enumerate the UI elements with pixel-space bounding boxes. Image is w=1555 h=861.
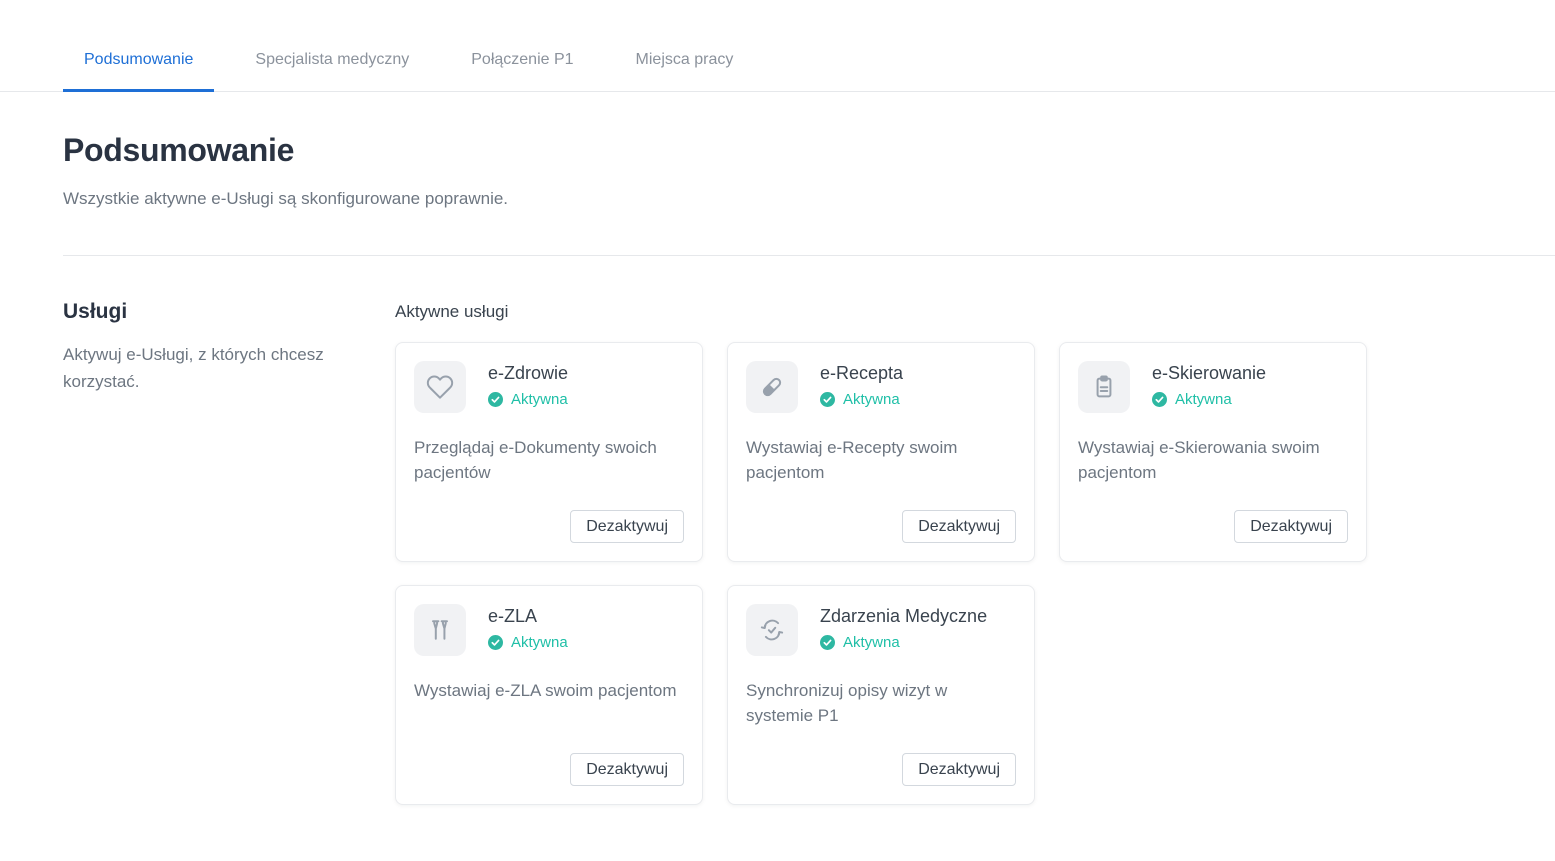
service-title: e-Recepta	[820, 363, 903, 384]
deactivate-button[interactable]: Dezaktywuj	[570, 753, 684, 786]
check-circle-icon	[820, 392, 835, 407]
page-title: Podsumowanie	[63, 132, 1492, 169]
status-badge: Aktywna	[488, 391, 568, 408]
status-badge: Aktywna	[820, 391, 903, 408]
services-section-title: Usługi	[63, 300, 351, 324]
active-services-label: Aktywne usługi	[395, 302, 1492, 322]
check-circle-icon	[488, 635, 503, 650]
status-label: Aktywna	[1175, 391, 1232, 408]
check-circle-icon	[488, 392, 503, 407]
tab-polaczenie-p1[interactable]: Połączenie P1	[450, 51, 594, 91]
clipboard-icon	[1078, 361, 1130, 413]
service-card-e-skierowanie: e-Skierowanie Aktywna Wystawiaj e-Skiero…	[1059, 342, 1367, 562]
service-title: e-Skierowanie	[1152, 363, 1266, 384]
status-badge: Aktywna	[488, 634, 568, 651]
status-label: Aktywna	[843, 634, 900, 651]
status-label: Aktywna	[511, 634, 568, 651]
status-label: Aktywna	[511, 391, 568, 408]
check-circle-icon	[820, 635, 835, 650]
section-divider	[63, 255, 1555, 256]
service-description: Wystawiaj e-ZLA swoim pacjentom	[414, 678, 684, 703]
service-description: Wystawiaj e-Skierowania swoim pacjentom	[1078, 435, 1348, 485]
check-circle-icon	[1152, 392, 1167, 407]
deactivate-button[interactable]: Dezaktywuj	[570, 510, 684, 543]
deactivate-button[interactable]: Dezaktywuj	[1234, 510, 1348, 543]
services-section-intro: Usługi Aktywuj e-Usługi, z których chces…	[63, 300, 395, 805]
service-description: Synchronizuj opisy wizyt w systemie P1	[746, 678, 1016, 728]
service-title: Zdarzenia Medyczne	[820, 606, 987, 627]
service-description: Wystawiaj e-Recepty swoim pacjentom	[746, 435, 1016, 485]
service-title: e-Zdrowie	[488, 363, 568, 384]
crutches-icon	[414, 604, 466, 656]
tab-miejsca-pracy[interactable]: Miejsca pracy	[615, 51, 755, 91]
pill-icon	[746, 361, 798, 413]
deactivate-button[interactable]: Dezaktywuj	[902, 753, 1016, 786]
service-card-e-zla: e-ZLA Aktywna Wystawiaj e-ZLA swoim pacj…	[395, 585, 703, 805]
service-card-e-recepta: e-Recepta Aktywna Wystawiaj e-Recepty sw…	[727, 342, 1035, 562]
tab-specjalista-medyczny[interactable]: Specjalista medyczny	[234, 51, 430, 91]
heart-icon	[414, 361, 466, 413]
services-grid: e-Zdrowie Aktywna Przeglądaj e-Dokumenty…	[395, 342, 1492, 805]
page-subtitle: Wszystkie aktywne e-Usługi są skonfiguro…	[63, 189, 1492, 209]
sync-check-icon	[746, 604, 798, 656]
service-card-zdarzenia-medyczne: Zdarzenia Medyczne Aktywna Synchronizuj …	[727, 585, 1035, 805]
status-badge: Aktywna	[820, 634, 987, 651]
deactivate-button[interactable]: Dezaktywuj	[902, 510, 1016, 543]
status-badge: Aktywna	[1152, 391, 1266, 408]
tab-bar: Podsumowanie Specjalista medyczny Połącz…	[0, 0, 1555, 92]
service-description: Przeglądaj e-Dokumenty swoich pacjentów	[414, 435, 684, 485]
status-label: Aktywna	[843, 391, 900, 408]
services-section-description: Aktywuj e-Usługi, z których chcesz korzy…	[63, 341, 351, 395]
page-content: Podsumowanie Wszystkie aktywne e-Usługi …	[0, 92, 1555, 805]
tab-podsumowanie[interactable]: Podsumowanie	[63, 51, 214, 91]
service-card-e-zdrowie: e-Zdrowie Aktywna Przeglądaj e-Dokumenty…	[395, 342, 703, 562]
service-title: e-ZLA	[488, 606, 568, 627]
